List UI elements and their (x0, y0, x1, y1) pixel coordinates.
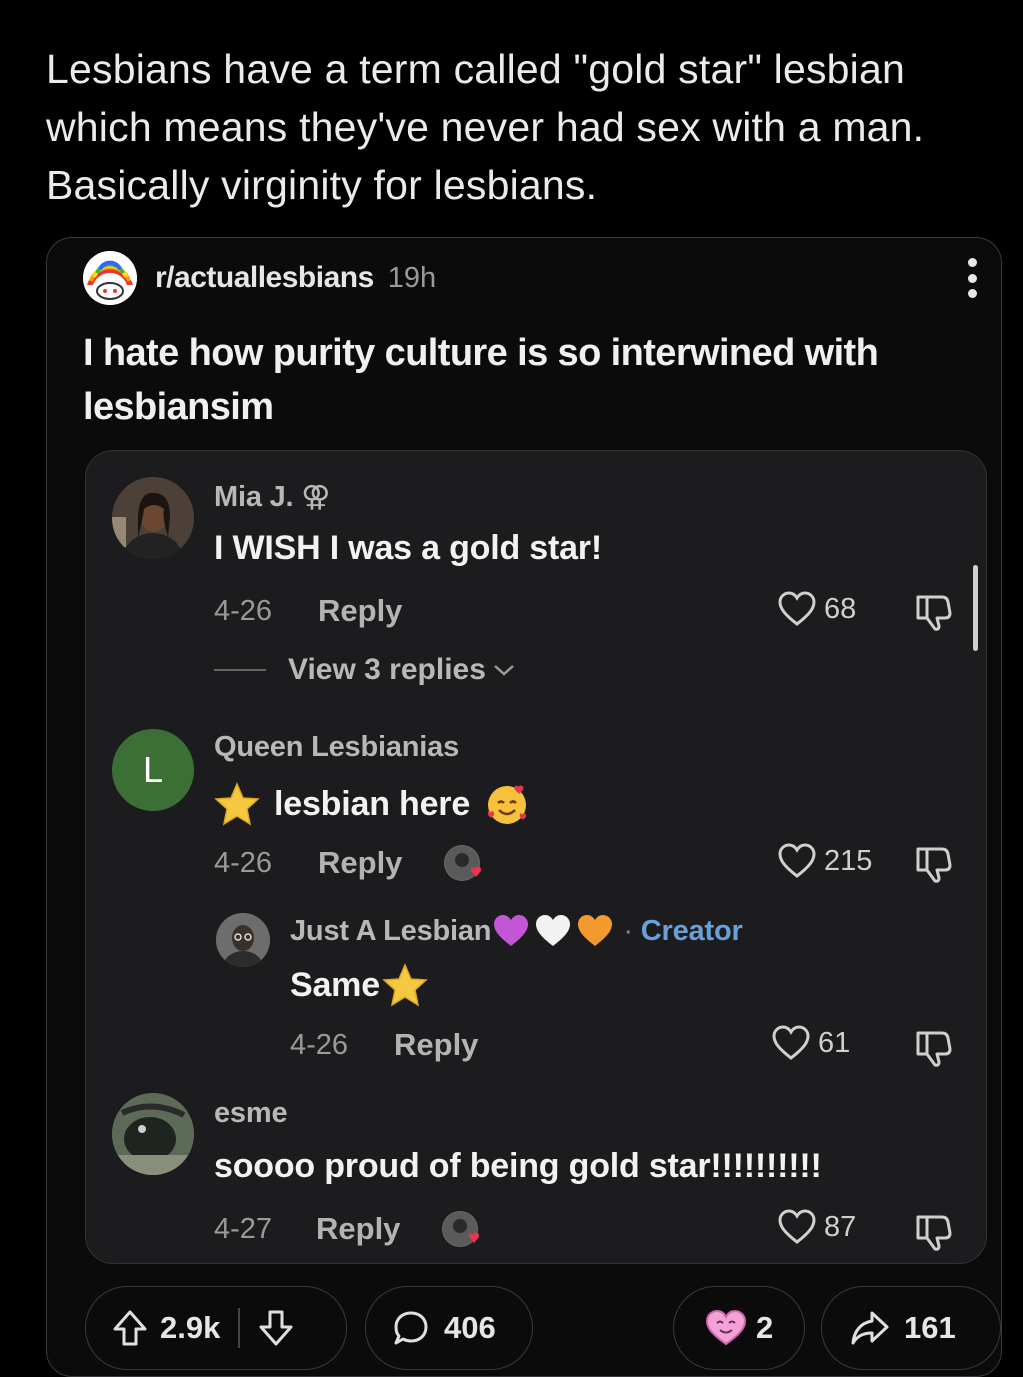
like-count: 68 (824, 592, 857, 625)
white-heart-icon (536, 915, 571, 946)
share-arrow-icon (851, 1311, 889, 1345)
award-heart-icon (705, 1309, 747, 1346)
like-count: 61 (818, 1026, 851, 1059)
comment-author[interactable]: esme (214, 1097, 288, 1130)
separator-dot: · (623, 914, 633, 947)
post-title[interactable]: I hate how purity culture is so interwin… (83, 326, 943, 434)
like-button[interactable]: 87 (778, 1209, 856, 1245)
orange-heart-icon (578, 915, 613, 946)
comment-author-row: Just A Lesbian · Creator (290, 913, 743, 949)
scrollbar[interactable] (973, 565, 978, 651)
downvote-icon[interactable] (258, 1309, 294, 1347)
avatar[interactable] (112, 1093, 194, 1175)
vote-pill: 2.9k (85, 1286, 347, 1370)
comments-button[interactable]: 406 (365, 1286, 533, 1370)
avatar[interactable] (216, 913, 270, 967)
like-button[interactable]: 68 (778, 591, 856, 627)
star-icon (214, 782, 260, 826)
reply-button[interactable]: Reply (316, 1211, 400, 1247)
more-options-icon[interactable] (965, 258, 979, 298)
reply-button[interactable]: Reply (394, 1027, 478, 1063)
comment-text: I WISH I was a gold star! (214, 529, 602, 567)
avatar[interactable]: L (112, 729, 194, 811)
creator-liked-icon (444, 845, 482, 881)
comment-text: lesbian here (274, 784, 471, 823)
comment-thread: Mia J. ⚢ I WISH I was a gold star! 4-26 … (85, 450, 987, 1264)
tweet-text: Lesbians have a term called "gold star" … (46, 46, 925, 208)
comment-author[interactable]: Queen Lesbianias (214, 731, 459, 764)
purple-heart-icon (494, 915, 529, 946)
creator-badge: Creator (640, 914, 743, 947)
dislike-icon[interactable] (912, 1027, 954, 1074)
upvote-count: 2.9k (160, 1310, 221, 1345)
comment-date: 4-26 (214, 595, 273, 627)
comment-date: 4-27 (214, 1213, 273, 1245)
comment-text-row: Same (290, 963, 428, 1007)
avatar-letter: L (142, 749, 164, 790)
share-button[interactable]: 161 (821, 1286, 1001, 1370)
smiling-face-with-hearts-icon (487, 785, 527, 824)
embedded-post-card[interactable]: r/actuallesbians 19h I hate how purity c… (46, 237, 1002, 1377)
like-count: 87 (824, 1210, 857, 1243)
comment-author[interactable]: Mia J. ⚢ (214, 479, 330, 514)
heart-icon (772, 1025, 810, 1060)
view-replies-label: View 3 replies (288, 653, 486, 686)
dislike-icon[interactable] (912, 591, 954, 638)
like-button[interactable]: 215 (778, 843, 872, 879)
heart-icon (778, 591, 816, 626)
creator-liked-icon (442, 1211, 480, 1247)
chevron-down-icon (494, 665, 514, 676)
post-time: 19h (387, 261, 437, 294)
comment-text-row: lesbian here (214, 781, 530, 827)
comment-date: 4-26 (290, 1029, 349, 1061)
upvote-icon[interactable] (112, 1309, 148, 1347)
award-button[interactable]: 2 (673, 1286, 805, 1370)
subreddit-avatar[interactable] (83, 251, 137, 305)
comment-bubble-icon (394, 1311, 428, 1345)
reply-button[interactable]: Reply (318, 593, 402, 629)
comment-date: 4-26 (214, 847, 273, 879)
comment-count: 406 (444, 1310, 496, 1345)
post-header: r/actuallesbians 19h (83, 250, 436, 306)
star-icon (382, 963, 428, 1007)
award-count: 2 (756, 1310, 774, 1345)
heart-icon (778, 1209, 816, 1244)
like-button[interactable]: 61 (772, 1025, 850, 1061)
view-replies-button[interactable]: View 3 replies (214, 653, 516, 687)
subreddit-name[interactable]: r/actuallesbians (155, 261, 374, 295)
share-count: 161 (904, 1310, 956, 1345)
like-count: 215 (824, 844, 873, 877)
avatar[interactable] (112, 477, 194, 559)
post-action-bar: 2.9k 406 2 161 (85, 1286, 1001, 1370)
heart-icon (778, 843, 816, 878)
reply-button[interactable]: Reply (318, 845, 402, 881)
comment-text: Same (290, 965, 380, 1004)
dislike-icon[interactable] (912, 1211, 954, 1258)
comment-author[interactable]: Just A Lesbian (290, 915, 492, 948)
comment-text: soooo proud of being gold star!!!!!!!!!! (214, 1147, 822, 1185)
dislike-icon[interactable] (912, 843, 954, 890)
